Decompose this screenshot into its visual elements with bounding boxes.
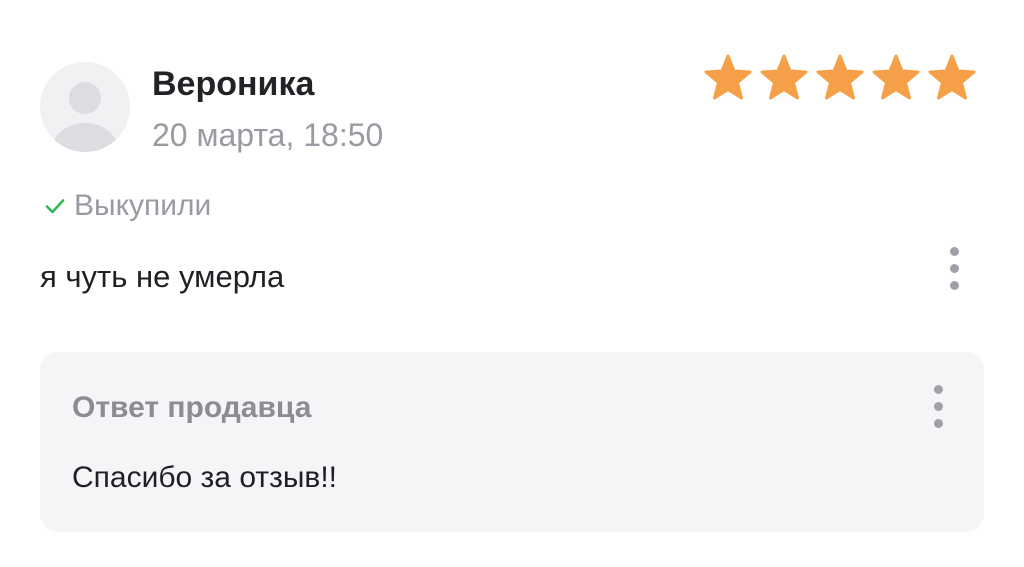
review-text: я чуть не умерла <box>40 259 285 294</box>
star-rating <box>700 52 980 104</box>
review-date: 20 марта, 18:50 <box>152 117 384 153</box>
more-vertical-icon <box>933 384 943 394</box>
more-dot <box>949 263 959 273</box>
purchased-label: Выкупили <box>74 189 212 222</box>
more-dot <box>933 401 943 411</box>
more-dot <box>933 418 943 428</box>
more-vertical-icon <box>949 246 959 256</box>
check-icon <box>45 199 65 214</box>
avatar[interactable] <box>40 62 130 152</box>
review-more-button[interactable] <box>939 238 969 298</box>
star-icon <box>760 54 808 100</box>
purchased-badge: Выкупили <box>44 186 211 226</box>
author-name: Вероника <box>152 65 315 103</box>
star-icon <box>928 54 976 100</box>
review-card: Вероника 20 марта, 18:50 Выкупили я чуть… <box>0 0 1024 567</box>
reply-more-button[interactable] <box>923 376 953 436</box>
seller-reply-text: Спасибо за отзыв!! <box>72 461 338 494</box>
star-icon <box>816 54 864 100</box>
seller-reply-title: Ответ продавца <box>72 391 312 424</box>
star-icon <box>704 54 752 100</box>
star-icon <box>872 54 920 100</box>
user-avatar-icon <box>40 62 130 152</box>
more-dot <box>949 280 959 290</box>
seller-reply: Ответ продавца Спасибо за отзыв!! <box>40 352 984 532</box>
